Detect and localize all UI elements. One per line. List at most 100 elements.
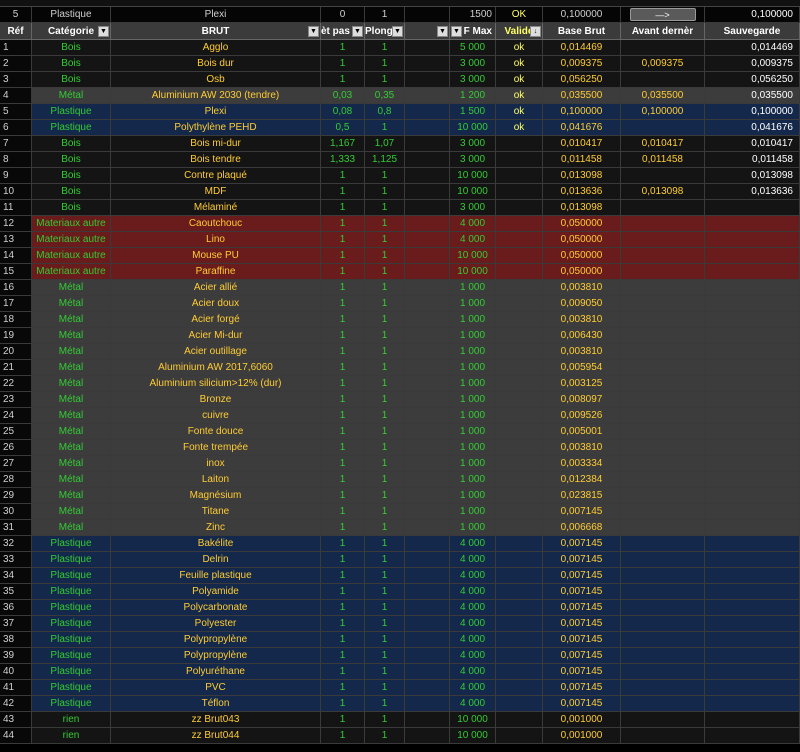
- base-brut-cell[interactable]: 0,013098: [543, 168, 621, 184]
- avant-cell[interactable]: 0,100000: [621, 104, 705, 120]
- plong-cell[interactable]: 1: [365, 376, 405, 392]
- brut-cell[interactable]: Polycarbonate: [111, 600, 321, 616]
- ref-cell[interactable]: 37: [0, 616, 32, 632]
- plong-cell[interactable]: 1: [365, 568, 405, 584]
- ep-cell[interactable]: 1: [321, 616, 365, 632]
- valide-cell[interactable]: [496, 328, 543, 344]
- ref-cell[interactable]: 26: [0, 440, 32, 456]
- valide-cell[interactable]: [496, 584, 543, 600]
- table-row[interactable]: 21 Métal Aluminium AW 2017,6060 1 1 1 000 0,00…: [0, 360, 800, 376]
- brut-cell[interactable]: inox: [111, 456, 321, 472]
- sauvegarde-cell[interactable]: [705, 328, 800, 344]
- ep-cell[interactable]: 1: [321, 376, 365, 392]
- fmax-cell[interactable]: 1 000: [450, 344, 496, 360]
- ref-cell[interactable]: 9: [0, 168, 32, 184]
- avant-cell[interactable]: [621, 376, 705, 392]
- fmax-cell[interactable]: 1 000: [450, 408, 496, 424]
- avant-cell[interactable]: 0,011458: [621, 152, 705, 168]
- categorie-cell[interactable]: Métal: [32, 440, 111, 456]
- brut-cell[interactable]: Bronze: [111, 392, 321, 408]
- plong-cell[interactable]: 1: [365, 504, 405, 520]
- plong-cell[interactable]: 1: [365, 312, 405, 328]
- blank-cell[interactable]: [405, 568, 450, 584]
- sauvegarde-cell[interactable]: [705, 360, 800, 376]
- plong-cell[interactable]: 1: [365, 600, 405, 616]
- ref-cell[interactable]: 25: [0, 424, 32, 440]
- ep-cell[interactable]: 1: [321, 520, 365, 536]
- blank-cell[interactable]: [405, 648, 450, 664]
- fmax-cell[interactable]: 4 000: [450, 648, 496, 664]
- brut-cell[interactable]: Bois tendre: [111, 152, 321, 168]
- avant-cell[interactable]: [621, 408, 705, 424]
- table-row[interactable]: 9 Bois Contre plaqué 1 1 10 000 0,013098 0,0130…: [0, 168, 800, 184]
- table-row[interactable]: 28 Métal Laiton 1 1 1 000 0,012384: [0, 472, 800, 488]
- table-row[interactable]: 26 Métal Fonte trempée 1 1 1 000 0,003810: [0, 440, 800, 456]
- categorie-cell[interactable]: Materiaux autre: [32, 232, 111, 248]
- sauvegarde-cell[interactable]: [705, 520, 800, 536]
- ref-cell[interactable]: 23: [0, 392, 32, 408]
- table-row[interactable]: 30 Métal Titane 1 1 1 000 0,007145: [0, 504, 800, 520]
- table-row[interactable]: 19 Métal Acier Mi-dur 1 1 1 000 0,006430: [0, 328, 800, 344]
- table-row[interactable]: 22 Métal Aluminium silicium>12% (dur) 1 1 1 0…: [0, 376, 800, 392]
- plong-cell[interactable]: 1: [365, 472, 405, 488]
- avant-cell[interactable]: [621, 72, 705, 88]
- ref-cell[interactable]: 41: [0, 680, 32, 696]
- sort-filter-icon[interactable]: ↓: [530, 26, 541, 37]
- ep-cell[interactable]: 1: [321, 344, 365, 360]
- ref-cell[interactable]: 10: [0, 184, 32, 200]
- fmax-cell[interactable]: 4 000: [450, 664, 496, 680]
- categorie-cell[interactable]: Materiaux autre: [32, 216, 111, 232]
- sauvegarde-cell[interactable]: [705, 440, 800, 456]
- ref-cell[interactable]: 4: [0, 88, 32, 104]
- categorie-cell[interactable]: Plastique: [32, 552, 111, 568]
- table-row[interactable]: 12 Materiaux autre Caoutchouc 1 1 4 000 0,0500…: [0, 216, 800, 232]
- table-row[interactable]: 29 Métal Magnésium 1 1 1 000 0,023815: [0, 488, 800, 504]
- plong-cell[interactable]: 1: [365, 360, 405, 376]
- fmax-cell[interactable]: 10 000: [450, 168, 496, 184]
- sauvegarde-cell[interactable]: [705, 728, 800, 744]
- table-row[interactable]: 23 Métal Bronze 1 1 1 000 0,008097: [0, 392, 800, 408]
- table-row[interactable]: 14 Materiaux autre Mouse PU 1 1 10 000 0,05000…: [0, 248, 800, 264]
- table-row[interactable]: 39 Plastique Polypropylène 1 1 4 000 0,007145: [0, 648, 800, 664]
- brut-cell[interactable]: Magnésium: [111, 488, 321, 504]
- categorie-cell[interactable]: Métal: [32, 520, 111, 536]
- brut-cell[interactable]: Plexi: [111, 104, 321, 120]
- valide-cell[interactable]: ok: [496, 72, 543, 88]
- blank-cell[interactable]: [405, 712, 450, 728]
- ep-cell[interactable]: 0,08: [321, 104, 365, 120]
- blank-cell[interactable]: [405, 696, 450, 712]
- avant-cell[interactable]: [621, 616, 705, 632]
- avant-cell[interactable]: [621, 728, 705, 744]
- ref-cell[interactable]: 44: [0, 728, 32, 744]
- table-row[interactable]: 32 Plastique Bakélite 1 1 4 000 0,007145: [0, 536, 800, 552]
- sauvegarde-cell[interactable]: [705, 664, 800, 680]
- sauvegarde-cell[interactable]: 0,013098: [705, 168, 800, 184]
- ref-cell[interactable]: 34: [0, 568, 32, 584]
- base-brut-cell[interactable]: 0,035500: [543, 88, 621, 104]
- ref-cell[interactable]: 20: [0, 344, 32, 360]
- avant-cell[interactable]: [621, 392, 705, 408]
- categorie-cell[interactable]: rien: [32, 712, 111, 728]
- table-row[interactable]: 8 Bois Bois tendre 1,333 1,125 3 000 0,011458 0…: [0, 152, 800, 168]
- plong-cell[interactable]: 1: [365, 728, 405, 744]
- ep-cell[interactable]: 1: [321, 728, 365, 744]
- ref-cell[interactable]: 8: [0, 152, 32, 168]
- ep-cell[interactable]: 1: [321, 456, 365, 472]
- top-valide[interactable]: OK: [496, 7, 543, 23]
- ep-cell[interactable]: 1: [321, 216, 365, 232]
- fmax-cell[interactable]: 3 000: [450, 56, 496, 72]
- sauvegarde-cell[interactable]: [705, 696, 800, 712]
- valide-cell[interactable]: [496, 632, 543, 648]
- avant-cell[interactable]: [621, 440, 705, 456]
- plong-cell[interactable]: 1: [365, 664, 405, 680]
- avant-cell[interactable]: [621, 120, 705, 136]
- avant-cell[interactable]: [621, 232, 705, 248]
- brut-cell[interactable]: MDF: [111, 184, 321, 200]
- fmax-cell[interactable]: 4 000: [450, 584, 496, 600]
- ep-cell[interactable]: 1: [321, 712, 365, 728]
- valide-cell[interactable]: [496, 360, 543, 376]
- categorie-cell[interactable]: Plastique: [32, 584, 111, 600]
- valide-cell[interactable]: [496, 424, 543, 440]
- ref-cell[interactable]: 17: [0, 296, 32, 312]
- ep-cell[interactable]: 1: [321, 280, 365, 296]
